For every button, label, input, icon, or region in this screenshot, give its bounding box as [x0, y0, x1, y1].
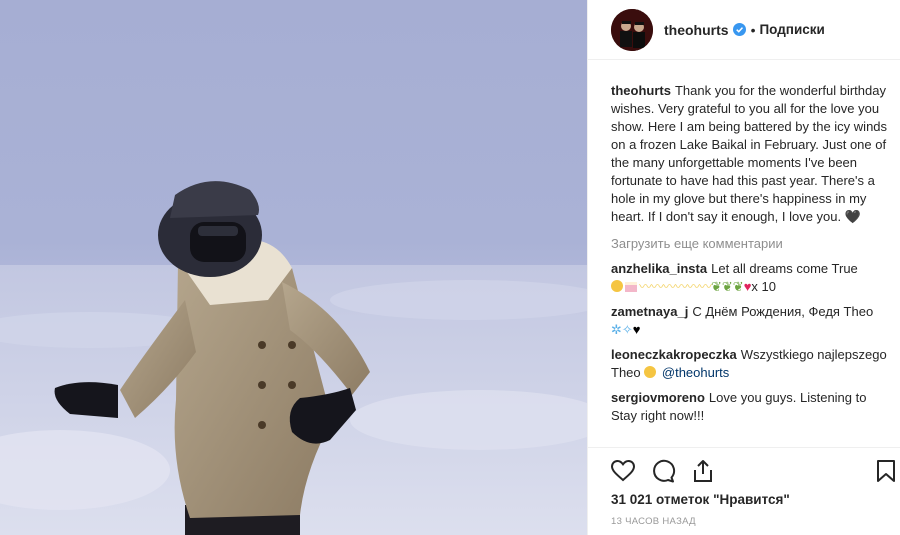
comment-item: sergiovmoreno Love you guys. Listening to… — [611, 389, 888, 425]
share-icon[interactable] — [690, 458, 716, 484]
emoji-leaf-icon: ❦❦❦ — [711, 279, 744, 294]
post-caption: theohurts Thank you for the wonderful bir… — [611, 82, 888, 226]
follow-button[interactable]: Подписки — [759, 22, 824, 37]
comment-item: zametnaya_j С Днём Рождения, Федя Theo ✲✧… — [611, 303, 888, 339]
comment-text: С Днём Рождения, Федя Theo — [692, 304, 874, 319]
emoji-confetti-icon: 〰〰〰〰〰〰 — [639, 279, 712, 294]
photo-illustration — [0, 181, 587, 535]
comment-trail: x 10 — [751, 279, 776, 294]
comment-item: leoneczkakropeczka Wszystkiego najlepszeg… — [611, 346, 888, 382]
load-more-comments-button[interactable]: Загрузить еще комментарии — [611, 235, 888, 253]
header-text: theohurts • Подписки — [664, 22, 825, 38]
comment-username[interactable]: anzhelika_insta — [611, 261, 707, 276]
comment-username[interactable]: sergiovmoreno — [611, 390, 705, 405]
post-actions-bar — [588, 447, 900, 491]
comment-icon[interactable] — [650, 458, 676, 484]
emoji-smile-icon — [611, 280, 623, 292]
post-photo[interactable] — [0, 0, 587, 535]
emoji-sparkles-icon: ✲✧ — [611, 322, 633, 337]
avatar[interactable] — [611, 8, 653, 51]
emoji-smile-icon — [644, 366, 657, 378]
comments-list[interactable]: theohurts Thank you for the wonderful bir… — [611, 82, 888, 444]
post-timestamp[interactable]: 13 часов назад — [611, 516, 696, 527]
comment-text: Let all dreams come True — [711, 261, 858, 276]
emoji-cake-icon — [625, 282, 637, 292]
caption-username[interactable]: theohurts — [611, 83, 671, 98]
post-header: theohurts • Подписки — [588, 0, 900, 60]
comment-mention-link[interactable]: @theohurts — [662, 365, 729, 380]
verified-badge-icon — [732, 23, 746, 36]
likes-count[interactable]: 31 021 отметок "Нравится" — [611, 492, 790, 507]
header-username[interactable]: theohurts — [664, 22, 729, 38]
comment-username[interactable]: zametnaya_j — [611, 304, 688, 319]
bookmark-icon[interactable] — [873, 458, 899, 484]
caption-text: Thank you for the wonderful birthday wis… — [611, 83, 888, 224]
avatar-image — [611, 8, 653, 51]
comment-username[interactable]: leoneczkakropeczka — [611, 347, 737, 362]
post-sidebar: theohurts • Подписки theohurts Thank you … — [587, 0, 900, 535]
comment-item: anzhelika_insta Let all dreams come True … — [611, 260, 888, 296]
header-separator: • — [750, 21, 756, 38]
heart-icon[interactable] — [610, 458, 636, 484]
emoji-black-heart-icon: ♥ — [632, 322, 641, 337]
